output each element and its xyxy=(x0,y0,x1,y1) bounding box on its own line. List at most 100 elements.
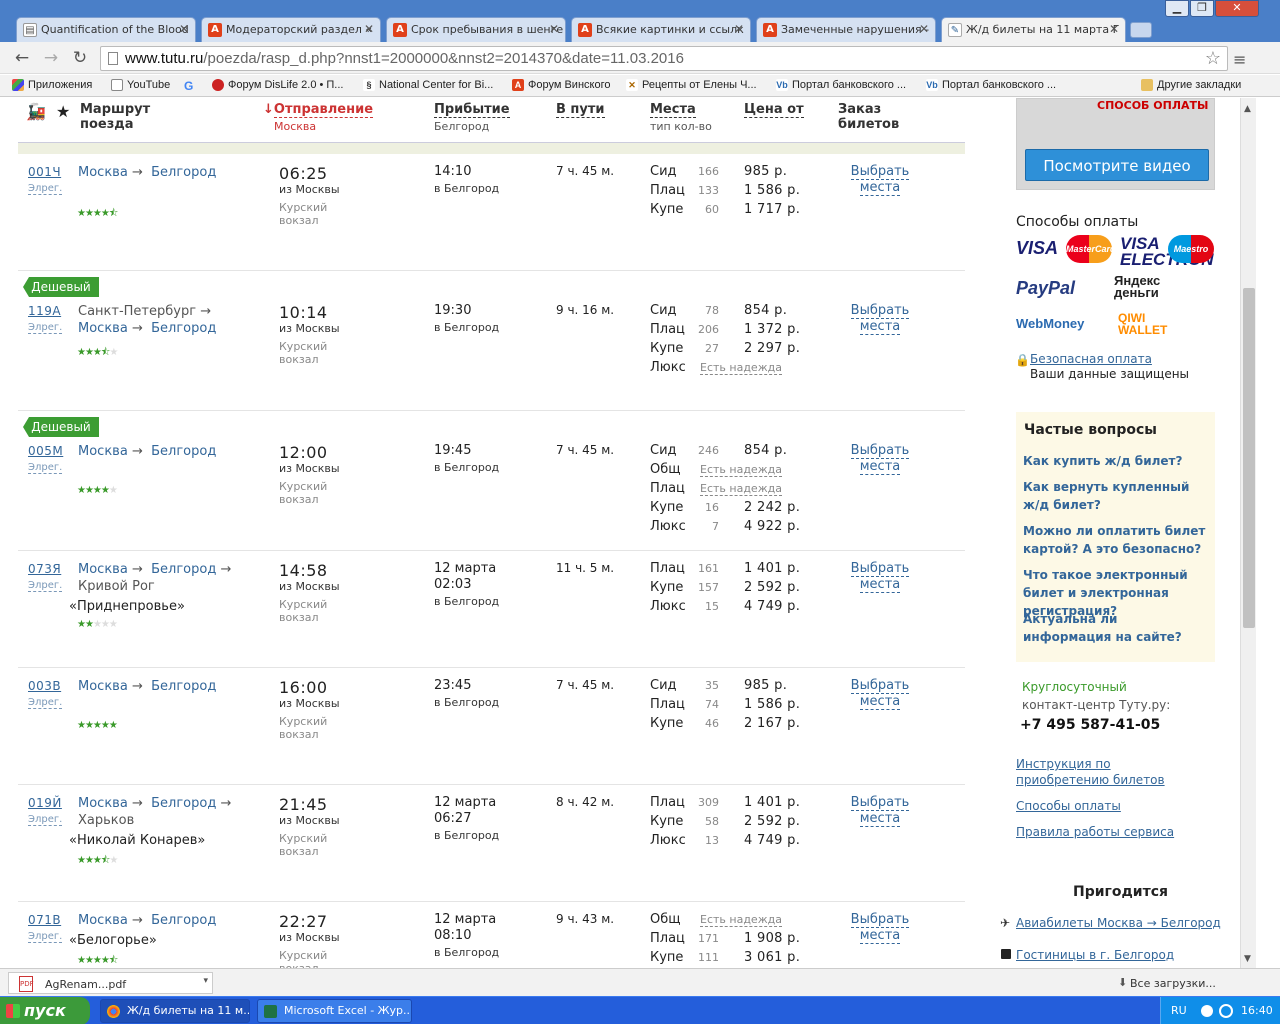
watch-video-button[interactable]: Посмотрите видео xyxy=(1025,149,1209,181)
tab-0[interactable]: ▤ Quantification of the Blood ✕ xyxy=(16,17,196,42)
route-to-link[interactable]: Белгород xyxy=(151,913,216,928)
back-arrow-icon[interactable]: ← xyxy=(12,48,32,68)
language-indicator[interactable]: RU xyxy=(1171,997,1187,1024)
seat-availability-hope[interactable]: Есть надежда xyxy=(700,464,782,477)
route-to-link[interactable]: Белгород xyxy=(151,444,216,459)
close-icon[interactable]: ✕ xyxy=(179,22,189,36)
route-to-link[interactable]: Белгород xyxy=(151,679,216,694)
secure-payment-link[interactable]: Безопасная оплата xyxy=(1030,351,1152,367)
close-window-button[interactable]: ✕ xyxy=(1215,0,1259,17)
bookmark-ncbi[interactable]: § National Center for Bi... xyxy=(363,79,493,91)
faq-link[interactable]: Как купить ж/д билет? xyxy=(1023,452,1208,470)
reload-icon[interactable]: ↻ xyxy=(70,48,90,68)
bookmark-other[interactable]: Другие закладки xyxy=(1141,79,1241,91)
bookmark-bank-portal-1[interactable]: Vb Портал банковского ... xyxy=(776,79,906,91)
train-number-link[interactable]: 019Й xyxy=(28,796,62,810)
train-type[interactable]: Элрег. xyxy=(28,697,63,709)
seat-availability-hope[interactable]: Есть надежда xyxy=(700,483,782,496)
close-icon[interactable]: ✕ xyxy=(364,22,374,36)
close-icon[interactable]: ✕ xyxy=(1109,22,1119,36)
tab-2[interactable]: A Срок пребывания в шенге ✕ xyxy=(386,17,566,42)
train-number-link[interactable]: 073Я xyxy=(28,562,61,576)
route-to-link[interactable]: Белгород xyxy=(151,321,216,336)
star-icon[interactable]: ★ xyxy=(56,102,70,121)
header-seats[interactable]: Места xyxy=(650,102,696,118)
seat-availability-hope[interactable]: Есть надежда xyxy=(700,362,782,375)
train-number-link[interactable]: 071В xyxy=(28,913,61,927)
flights-link[interactable]: Авиабилеты Москва → Белгород xyxy=(1016,915,1221,931)
download-item[interactable]: PDF AgRenam...pdf ▾ xyxy=(8,972,213,994)
page-scrollbar[interactable]: ▲ ▼ xyxy=(1240,98,1256,968)
new-tab-button[interactable] xyxy=(1130,22,1152,38)
tab-5-active[interactable]: ✎ Ж/д билеты на 11 марта Г ✕ xyxy=(941,17,1126,43)
train-type[interactable]: Элрег. xyxy=(28,931,63,943)
task-excel[interactable]: Microsoft Excel - Жур... xyxy=(257,999,412,1023)
choose-seats-link[interactable]: Выбрать места xyxy=(840,443,920,475)
train-type[interactable]: Элрег. xyxy=(28,322,63,334)
train-type[interactable]: Элрег. xyxy=(28,580,63,592)
header-departure[interactable]: ↓Отправление xyxy=(263,102,374,118)
close-icon[interactable]: ✕ xyxy=(919,22,929,36)
choose-seats-link[interactable]: Выбрать места xyxy=(840,561,920,593)
show-all-downloads[interactable]: Все загрузки... xyxy=(1130,977,1216,990)
forward-arrow-icon[interactable]: → xyxy=(41,48,61,68)
bookmark-dislife[interactable]: Форум DisLife 2.0 • П... xyxy=(212,79,343,91)
route-from-link[interactable]: Москва xyxy=(78,679,128,694)
bookmark-recipes[interactable]: ✕ Рецепты от Елены Ч... xyxy=(626,79,757,91)
train-type[interactable]: Элрег. xyxy=(28,814,63,826)
route-from-link[interactable]: Москва xyxy=(78,321,128,336)
instructions-link[interactable]: Инструкция по приобретению билетов xyxy=(1016,756,1206,788)
train-type[interactable]: Элрег. xyxy=(28,462,63,474)
scroll-up-arrow-icon[interactable]: ▲ xyxy=(1244,104,1251,114)
chevron-down-icon[interactable]: ▾ xyxy=(203,976,208,986)
tab-4[interactable]: A Замеченные нарушения - ✕ xyxy=(756,17,936,42)
close-icon[interactable]: ✕ xyxy=(549,22,559,36)
hotels-link[interactable]: Гостиницы в г. Белгород xyxy=(1016,947,1174,963)
service-rules-link[interactable]: Правила работы сервиса xyxy=(1016,824,1174,840)
network-icon[interactable] xyxy=(1219,1004,1233,1018)
train-number-link[interactable]: 005М xyxy=(28,444,63,458)
payment-video-banner[interactable]: СПОСОБ ОПЛАТЫ Посмотрите видео xyxy=(1016,98,1215,190)
bookmark-star-icon[interactable]: ☆ xyxy=(1205,48,1221,69)
tab-3[interactable]: A Всякие картинки и ссылк ✕ xyxy=(571,17,751,42)
choose-seats-link[interactable]: Выбрать места xyxy=(840,912,920,944)
bookmark-bank-portal-2[interactable]: Vb Портал банковского ... xyxy=(926,79,1056,91)
scrollbar-thumb[interactable] xyxy=(1243,288,1255,628)
task-chrome[interactable]: Ж/д билеты на 11 м... xyxy=(100,999,250,1023)
menu-icon[interactable]: ≡ xyxy=(1233,50,1249,69)
train-number-link[interactable]: 003В xyxy=(28,679,61,693)
header-arrival[interactable]: Прибытие xyxy=(434,102,510,118)
scroll-down-arrow-icon[interactable]: ▼ xyxy=(1244,954,1251,964)
address-bar[interactable]: www.tutu.ru/poezda/rasp_d.php?nnst1=2000… xyxy=(100,46,1228,71)
route-from-link[interactable]: Москва xyxy=(78,796,128,811)
route-to-link[interactable]: Белгород xyxy=(151,165,216,180)
tray-arrow-icon[interactable] xyxy=(1201,1005,1213,1017)
choose-seats-link[interactable]: Выбрать места xyxy=(840,164,920,196)
train-type[interactable]: Элрег. xyxy=(28,183,63,195)
route-from-link[interactable]: Москва xyxy=(78,165,128,180)
choose-seats-link[interactable]: Выбрать места xyxy=(840,795,920,827)
header-duration[interactable]: В пути xyxy=(556,102,605,118)
bookmark-apps[interactable]: Приложения xyxy=(12,79,92,91)
train-number-link[interactable]: 001Ч xyxy=(28,165,61,179)
payment-methods-link[interactable]: Способы оплаты xyxy=(1016,798,1121,814)
choose-seats-link[interactable]: Выбрать места xyxy=(840,303,920,335)
choose-seats-link[interactable]: Выбрать места xyxy=(840,678,920,710)
route-to-link[interactable]: Белгород xyxy=(151,796,216,811)
faq-link[interactable]: Как вернуть купленный ж/д билет? xyxy=(1023,478,1208,514)
faq-link[interactable]: Актуальна ли информация на сайте? xyxy=(1023,610,1208,646)
minimize-button[interactable]: ▁ xyxy=(1165,0,1189,17)
tab-1[interactable]: A Модераторский раздел « ✕ xyxy=(201,17,381,42)
train-number-link[interactable]: 119А xyxy=(28,304,61,318)
maximize-button[interactable]: ❐ xyxy=(1190,0,1214,17)
bookmark-youtube[interactable]: YouTube xyxy=(111,79,170,91)
route-from-link[interactable]: Москва xyxy=(78,444,128,459)
header-price[interactable]: Цена от xyxy=(744,102,804,118)
start-button[interactable]: пуск xyxy=(0,997,90,1024)
route-from-link[interactable]: Москва xyxy=(78,913,128,928)
seat-availability-hope[interactable]: Есть надежда xyxy=(700,914,782,927)
route-to-link[interactable]: Белгород xyxy=(151,562,216,577)
route-from-link[interactable]: Москва xyxy=(78,562,128,577)
bookmark-google[interactable]: G xyxy=(184,79,193,93)
faq-link[interactable]: Можно ли оплатить билет картой? А это бе… xyxy=(1023,522,1208,558)
